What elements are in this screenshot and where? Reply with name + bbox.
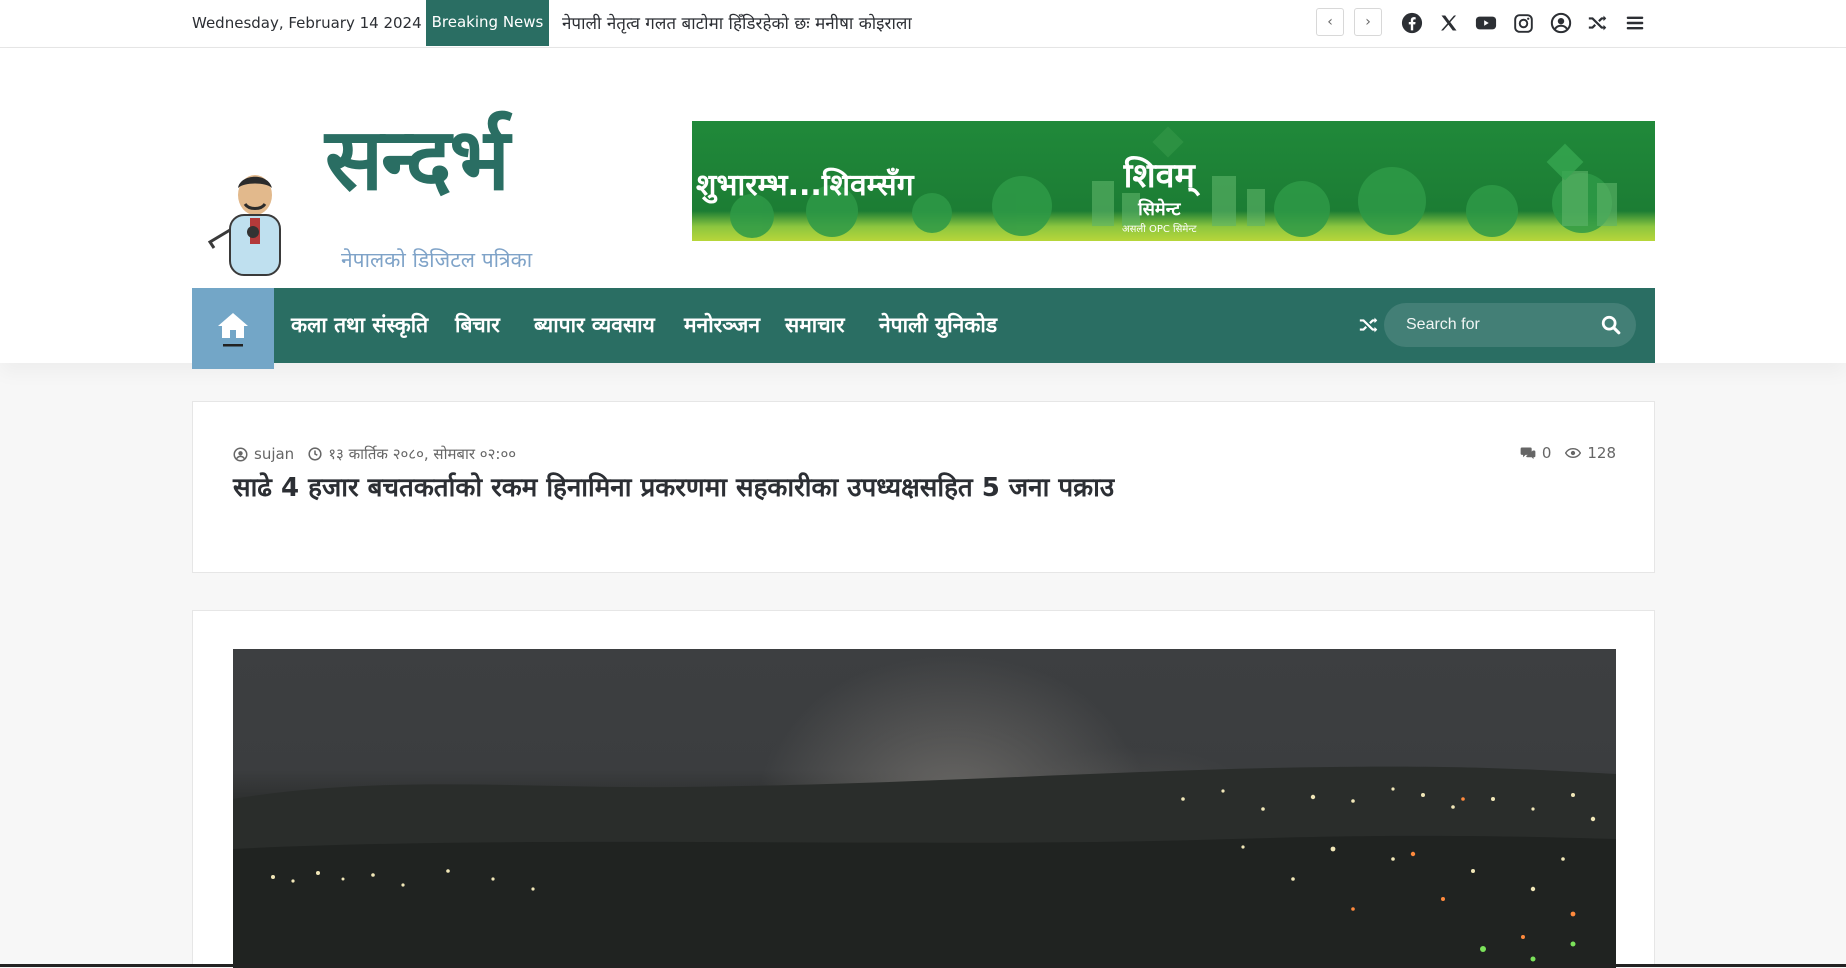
views-icon <box>1565 448 1582 458</box>
breaking-news-headline[interactable]: नेपाली नेतृत्व गलत बाटोमा हिँडिरहेको छः … <box>562 11 912 34</box>
instagram-icon[interactable] <box>1510 10 1536 36</box>
shuffle-icon[interactable] <box>1585 10 1611 36</box>
comments-icon <box>1520 447 1536 460</box>
article-meta: sujan १३ कार्तिक २०८०, सोमबार ०२:०० <box>233 444 516 464</box>
user-icon[interactable] <box>1548 10 1574 36</box>
clock-icon <box>308 447 322 461</box>
facebook-icon[interactable] <box>1399 10 1425 36</box>
current-date: Wednesday, February 14 2024 <box>192 14 422 32</box>
nav-home-button[interactable] <box>192 288 274 369</box>
search-box <box>1384 303 1636 347</box>
random-article-shuffle-icon[interactable] <box>1352 310 1386 340</box>
reporter-mascot-icon <box>207 175 281 276</box>
main-navigation: कला तथा संस्कृति बिचार ब्यापार व्यवसाय म… <box>192 288 1655 363</box>
article-body-card <box>192 610 1655 968</box>
nav-item-opinion[interactable]: बिचार <box>455 311 500 339</box>
home-icon <box>218 312 248 346</box>
ticker-next-button[interactable]: › <box>1354 8 1382 36</box>
logo-wordmark: सन्दर्भ <box>325 109 510 210</box>
article-date: १३ कार्तिक २०८०, सोमबार ०२:०० <box>328 445 517 463</box>
banner-brand-sub: सिमेन्ट <box>1138 199 1181 220</box>
banner-brand-name: शिवम् <box>1123 156 1195 196</box>
top-bar: Wednesday, February 14 2024 Breaking New… <box>0 0 1846 48</box>
breaking-news-label: Breaking News <box>426 0 549 46</box>
author-icon <box>233 447 248 461</box>
comments-count[interactable]: 0 <box>1542 444 1552 462</box>
nav-item-news[interactable]: समाचार <box>785 311 845 339</box>
nav-item-business[interactable]: ब्यापार व्यवसाय <box>534 311 655 339</box>
city-night-illustration <box>233 766 1616 968</box>
advertisement-banner[interactable]: शुभारम्भ...शिवम्सँग शिवम् सिमेन्ट असली O… <box>692 121 1655 241</box>
banner-brand-small: असली OPC सिमेन्ट <box>1122 224 1197 235</box>
search-icon[interactable] <box>1600 314 1622 336</box>
banner-brand: शिवम् सिमेन्ट असली OPC सिमेन्ट <box>1122 151 1197 235</box>
nav-item-entertainment[interactable]: मनोरञ्जन <box>684 311 760 339</box>
article-title: साढे 4 हजार बचतकर्ताको रकम हिनामिना प्रक… <box>233 473 1115 503</box>
youtube-icon[interactable] <box>1473 10 1499 36</box>
article-author[interactable]: sujan <box>254 445 294 463</box>
article-stats: 0 128 <box>1520 444 1616 462</box>
search-input[interactable] <box>1406 303 1586 347</box>
site-logo[interactable]: सन्दर्भ नेपालको डिजिटल पत्रिका <box>200 98 560 288</box>
article-header-card: sujan १३ कार्तिक २०८०, सोमबार ०२:०० 0 12… <box>192 401 1655 573</box>
menu-icon[interactable] <box>1622 10 1648 36</box>
x-icon[interactable] <box>1436 10 1462 36</box>
article-featured-image <box>233 649 1616 968</box>
views-count: 128 <box>1587 444 1616 462</box>
logo-tagline: नेपालको डिजिटल पत्रिका <box>341 248 533 272</box>
nav-item-arts-culture[interactable]: कला तथा संस्कृति <box>291 311 428 339</box>
banner-slogan: शुभारम्भ...शिवम्सँग <box>696 168 914 203</box>
nav-item-nepali-unicode[interactable]: नेपाली युनिकोड <box>879 311 997 339</box>
ticker-prev-button[interactable]: ‹ <box>1316 8 1344 36</box>
